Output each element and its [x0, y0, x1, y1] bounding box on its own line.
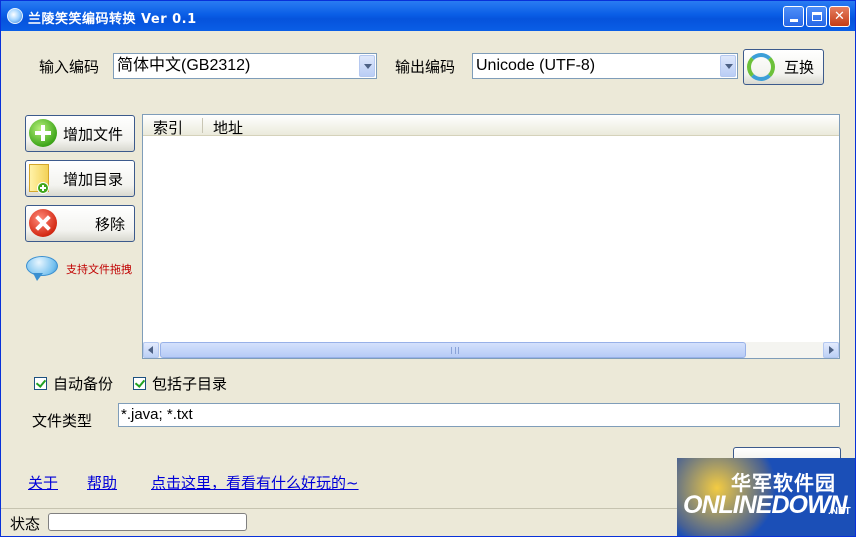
add-file-button[interactable]: 增加文件 — [25, 115, 135, 152]
minimize-icon — [789, 19, 798, 22]
status-label: 状态 — [10, 515, 41, 533]
include-subdirs-checkbox[interactable] — [133, 377, 146, 390]
progress-bar — [48, 513, 247, 531]
about-link[interactable]: 关于 — [28, 472, 58, 493]
title-bar[interactable]: 兰陵笑笑编码转换 Ver 0.1 ✕ — [1, 1, 855, 31]
maximize-button[interactable] — [806, 6, 827, 27]
output-encoding-value: Unicode (UTF-8) — [476, 57, 596, 74]
fun-link[interactable]: 点击这里，看看有什么好玩的~ — [151, 472, 359, 493]
help-link[interactable]: 帮助 — [87, 472, 117, 493]
scroll-left-icon[interactable] — [143, 342, 159, 358]
chevron-down-icon[interactable] — [720, 55, 736, 77]
swap-button-label: 互换 — [784, 58, 815, 77]
scroll-right-icon[interactable] — [823, 342, 839, 358]
input-encoding-select[interactable]: 简体中文(GB2312) — [113, 53, 377, 79]
close-button[interactable]: ✕ — [829, 6, 850, 27]
remove-button[interactable]: 移除 — [25, 205, 135, 242]
file-list-header: 索引 地址 — [143, 115, 839, 138]
auto-backup-checkbox[interactable] — [34, 377, 47, 390]
folder-add-icon — [29, 164, 53, 194]
column-header-index[interactable]: 索引 — [153, 117, 183, 138]
scrollbar-thumb[interactable] — [160, 342, 746, 358]
watermark-logo: 华军软件园 ONLINEDOWN .NET — [677, 458, 855, 536]
minimize-button[interactable] — [783, 6, 804, 27]
plus-icon — [29, 119, 57, 147]
include-subdirs-label[interactable]: 包括子目录 — [152, 373, 227, 394]
watermark-net: .NET — [828, 506, 851, 517]
app-icon — [7, 8, 23, 24]
horizontal-scrollbar[interactable] — [143, 342, 839, 358]
delete-icon — [29, 209, 57, 237]
input-encoding-value: 简体中文(GB2312) — [117, 57, 251, 74]
add-directory-label: 增加目录 — [63, 170, 124, 188]
auto-backup-label[interactable]: 自动备份 — [53, 373, 113, 394]
file-list[interactable]: 索引 地址 — [142, 114, 840, 359]
output-encoding-label: 输出编码 — [395, 58, 456, 76]
file-type-label: 文件类型 — [32, 412, 93, 430]
swap-arrows-icon — [747, 53, 775, 81]
app-window: 兰陵笑笑编码转换 Ver 0.1 ✕ 输入编码 简体中文(GB2312) 输出编… — [0, 0, 856, 537]
watermark-en: ONLINEDOWN — [683, 491, 848, 519]
maximize-icon — [811, 12, 822, 21]
speech-bubble-icon — [26, 256, 58, 281]
input-encoding-label: 输入编码 — [39, 58, 100, 76]
swap-button[interactable]: 互换 — [743, 49, 824, 85]
drag-drop-hint: 支持文件拖拽 — [66, 263, 132, 276]
column-divider[interactable] — [202, 118, 203, 133]
grip-icon — [451, 347, 459, 354]
output-encoding-select[interactable]: Unicode (UTF-8) — [472, 53, 738, 79]
add-file-label: 增加文件 — [63, 125, 124, 143]
close-icon: ✕ — [834, 9, 845, 24]
file-type-input[interactable]: *.java; *.txt — [118, 403, 840, 427]
remove-label: 移除 — [95, 215, 126, 233]
chevron-down-icon[interactable] — [359, 55, 375, 77]
column-header-path[interactable]: 地址 — [213, 117, 243, 138]
window-title: 兰陵笑笑编码转换 Ver 0.1 — [28, 12, 197, 27]
add-directory-button[interactable]: 增加目录 — [25, 160, 135, 197]
